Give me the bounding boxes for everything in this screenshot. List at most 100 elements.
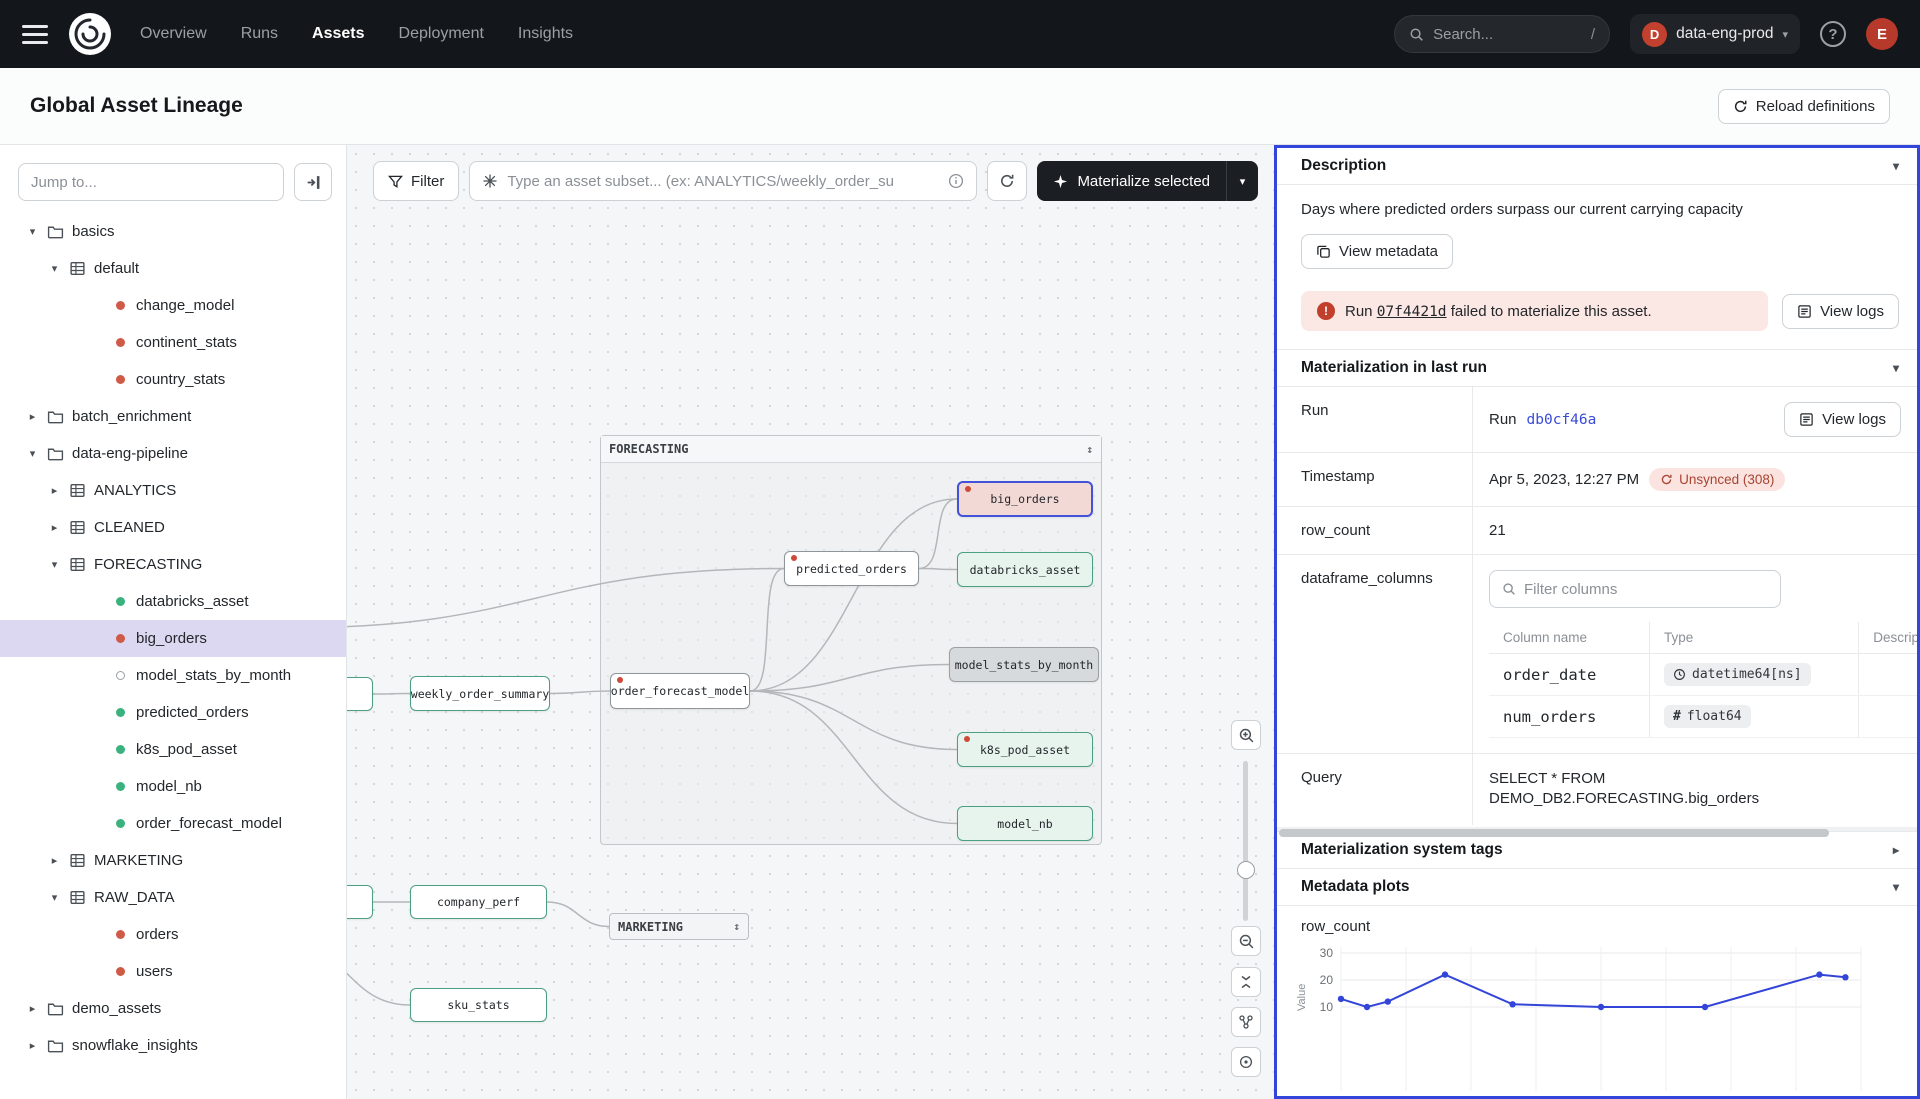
asset-node-databricks_asset[interactable]: databricks_asset (957, 552, 1093, 587)
user-avatar[interactable]: E (1866, 18, 1898, 50)
materialize-selected-button[interactable]: Materialize selected (1037, 161, 1226, 201)
tree-item-CLEANED[interactable]: ▸CLEANED (0, 509, 346, 546)
info-icon[interactable] (948, 173, 964, 189)
tree-item-basics[interactable]: ▾basics (0, 213, 346, 250)
chevron-down-icon[interactable]: ▾ (48, 558, 61, 571)
tree-item-RAW_DATA[interactable]: ▾RAW_DATA (0, 879, 346, 916)
chevron-right-icon[interactable]: ▸ (26, 1002, 39, 1015)
search-input[interactable]: Search... / (1394, 15, 1610, 53)
zoom-slider-handle[interactable] (1237, 861, 1255, 879)
collapse-groups-button[interactable] (1231, 967, 1261, 997)
tree-item-label: model_stats_by_month (136, 667, 291, 684)
tree-item-model_stats_by_month[interactable]: model_stats_by_month (0, 657, 346, 694)
run-id-link[interactable]: db0cf46a (1527, 412, 1597, 428)
system-tags-section-header[interactable]: Materialization system tags ▸ (1277, 831, 1917, 869)
chevron-right-icon[interactable]: ▸ (48, 521, 61, 534)
asset-node-sku_stats[interactable]: sku_stats (410, 988, 547, 1022)
chevron-down-icon[interactable]: ▾ (1893, 361, 1899, 375)
dataframe-column-row: num_orders#float64 (1489, 696, 1920, 738)
asset-subset-input[interactable] (507, 173, 939, 190)
collapse-sidebar-button[interactable] (294, 163, 332, 201)
view-metadata-button[interactable]: View metadata (1301, 234, 1453, 269)
asset-node-stub2[interactable] (347, 885, 373, 919)
chevron-right-icon[interactable]: ▸ (26, 410, 39, 423)
alert-view-logs-button[interactable]: View logs (1782, 294, 1899, 329)
tree-item-databricks_asset[interactable]: databricks_asset (0, 583, 346, 620)
asset-node-model_nb[interactable]: model_nb (957, 806, 1093, 841)
tree-item-default[interactable]: ▾default (0, 250, 346, 287)
unsynced-badge[interactable]: Unsynced (308) (1649, 468, 1785, 491)
asset-node-order_forecast_model[interactable]: order_forecast_model (610, 673, 750, 709)
nav-item-deployment[interactable]: Deployment (399, 25, 484, 43)
zoom-out-button[interactable] (1231, 926, 1261, 956)
tree-item-snowflake_insights[interactable]: ▸snowflake_insights (0, 1027, 346, 1064)
nav-item-runs[interactable]: Runs (241, 25, 278, 43)
view-logs-button[interactable]: View logs (1784, 402, 1901, 437)
filter-columns-input-wrap (1489, 570, 1781, 608)
metadata-plots-section-header[interactable]: Metadata plots ▾ (1277, 869, 1917, 906)
nav-item-assets[interactable]: Assets (312, 25, 364, 43)
chevron-down-icon[interactable]: ▾ (1893, 880, 1899, 894)
asset-node-weekly_order_summary[interactable]: weekly_order_summary (410, 676, 550, 711)
filter-button[interactable]: Filter (373, 161, 459, 201)
timestamp-row: Timestamp Apr 5, 2023, 12:27 PM Unsynced… (1277, 452, 1917, 506)
deployment-switcher[interactable]: D data-eng-prod ▾ (1630, 14, 1800, 54)
chevron-right-icon[interactable]: ▸ (48, 854, 61, 867)
chevron-down-icon[interactable]: ▾ (26, 447, 39, 460)
scrollbar-thumb[interactable] (1279, 829, 1829, 837)
tree-item-MARKETING[interactable]: ▸MARKETING (0, 842, 346, 879)
tree-item-change_model[interactable]: change_model (0, 287, 346, 324)
dagster-logo[interactable] (68, 12, 112, 56)
tree-item-continent_stats[interactable]: continent_stats (0, 324, 346, 361)
asset-node-k8s_pod_asset[interactable]: k8s_pod_asset (957, 732, 1093, 767)
tree-item-model_nb[interactable]: model_nb (0, 768, 346, 805)
chevron-right-icon[interactable]: ▸ (48, 484, 61, 497)
recenter-button[interactable] (1231, 1047, 1261, 1077)
tree-item-order_forecast_model[interactable]: order_forecast_model (0, 805, 346, 842)
horizontal-scrollbar[interactable] (1277, 827, 1917, 832)
tree-item-orders[interactable]: orders (0, 916, 346, 953)
chevron-down-icon[interactable]: ▾ (26, 225, 39, 238)
asset-node-predicted_orders[interactable]: predicted_orders (784, 551, 919, 586)
help-icon[interactable]: ? (1820, 21, 1846, 47)
tree-item-predicted_orders[interactable]: predicted_orders (0, 694, 346, 731)
tree-item-data-eng-pipeline[interactable]: ▾data-eng-pipeline (0, 435, 346, 472)
refresh-graph-button[interactable] (987, 161, 1027, 201)
asset-node-company_perf[interactable]: company_perf (410, 885, 547, 919)
arrange-graph-button[interactable] (1231, 1007, 1261, 1037)
menu-icon[interactable] (22, 25, 48, 44)
zoom-in-button[interactable] (1231, 720, 1261, 750)
tree-item-big_orders[interactable]: big_orders (0, 620, 346, 657)
materialize-dropdown-button[interactable]: ▾ (1226, 161, 1258, 201)
chevron-down-icon[interactable]: ▾ (1893, 159, 1899, 173)
chevron-down-icon[interactable]: ▾ (48, 262, 61, 275)
asset-group-icon (69, 260, 86, 277)
nav-item-insights[interactable]: Insights (518, 25, 573, 43)
filter-columns-input[interactable] (1524, 581, 1768, 598)
asset-node-model_stats_by_month[interactable]: model_stats_by_month (949, 647, 1099, 682)
jump-to-input[interactable] (18, 163, 284, 201)
lineage-canvas[interactable]: Filter Materialize selected ▾ FORECASTIN… (347, 145, 1274, 1099)
expand-group-icon[interactable]: ↕ (733, 920, 740, 933)
chevron-right-icon[interactable]: ▸ (26, 1039, 39, 1052)
reload-definitions-button[interactable]: Reload definitions (1718, 89, 1890, 124)
tree-item-country_stats[interactable]: country_stats (0, 361, 346, 398)
chevron-right-icon[interactable]: ▸ (1893, 843, 1899, 857)
tree-item-users[interactable]: users (0, 953, 346, 990)
filter-icon (388, 174, 403, 189)
failed-run-link[interactable]: 07f4421d (1377, 304, 1447, 320)
chevron-down-icon[interactable]: ▾ (48, 891, 61, 904)
tree-item-FORECASTING[interactable]: ▾FORECASTING (0, 546, 346, 583)
asset-node-big_orders[interactable]: big_orders (957, 481, 1093, 517)
group-marketing-collapsed[interactable]: MARKETING↕ (609, 913, 749, 940)
column-header-type: Type (1650, 622, 1859, 654)
tree-item-ANALYTICS[interactable]: ▸ANALYTICS (0, 472, 346, 509)
nav-item-overview[interactable]: Overview (140, 25, 207, 43)
tree-item-batch_enrichment[interactable]: ▸batch_enrichment (0, 398, 346, 435)
tree-item-k8s_pod_asset[interactable]: k8s_pod_asset (0, 731, 346, 768)
tree-item-demo_assets[interactable]: ▸demo_assets (0, 990, 346, 1027)
asset-node-stub1[interactable] (347, 677, 373, 711)
materialization-section-header[interactable]: Materialization in last run ▾ (1277, 349, 1917, 386)
description-section-header[interactable]: Description ▾ (1277, 148, 1917, 185)
zoom-slider-track[interactable] (1243, 761, 1248, 921)
